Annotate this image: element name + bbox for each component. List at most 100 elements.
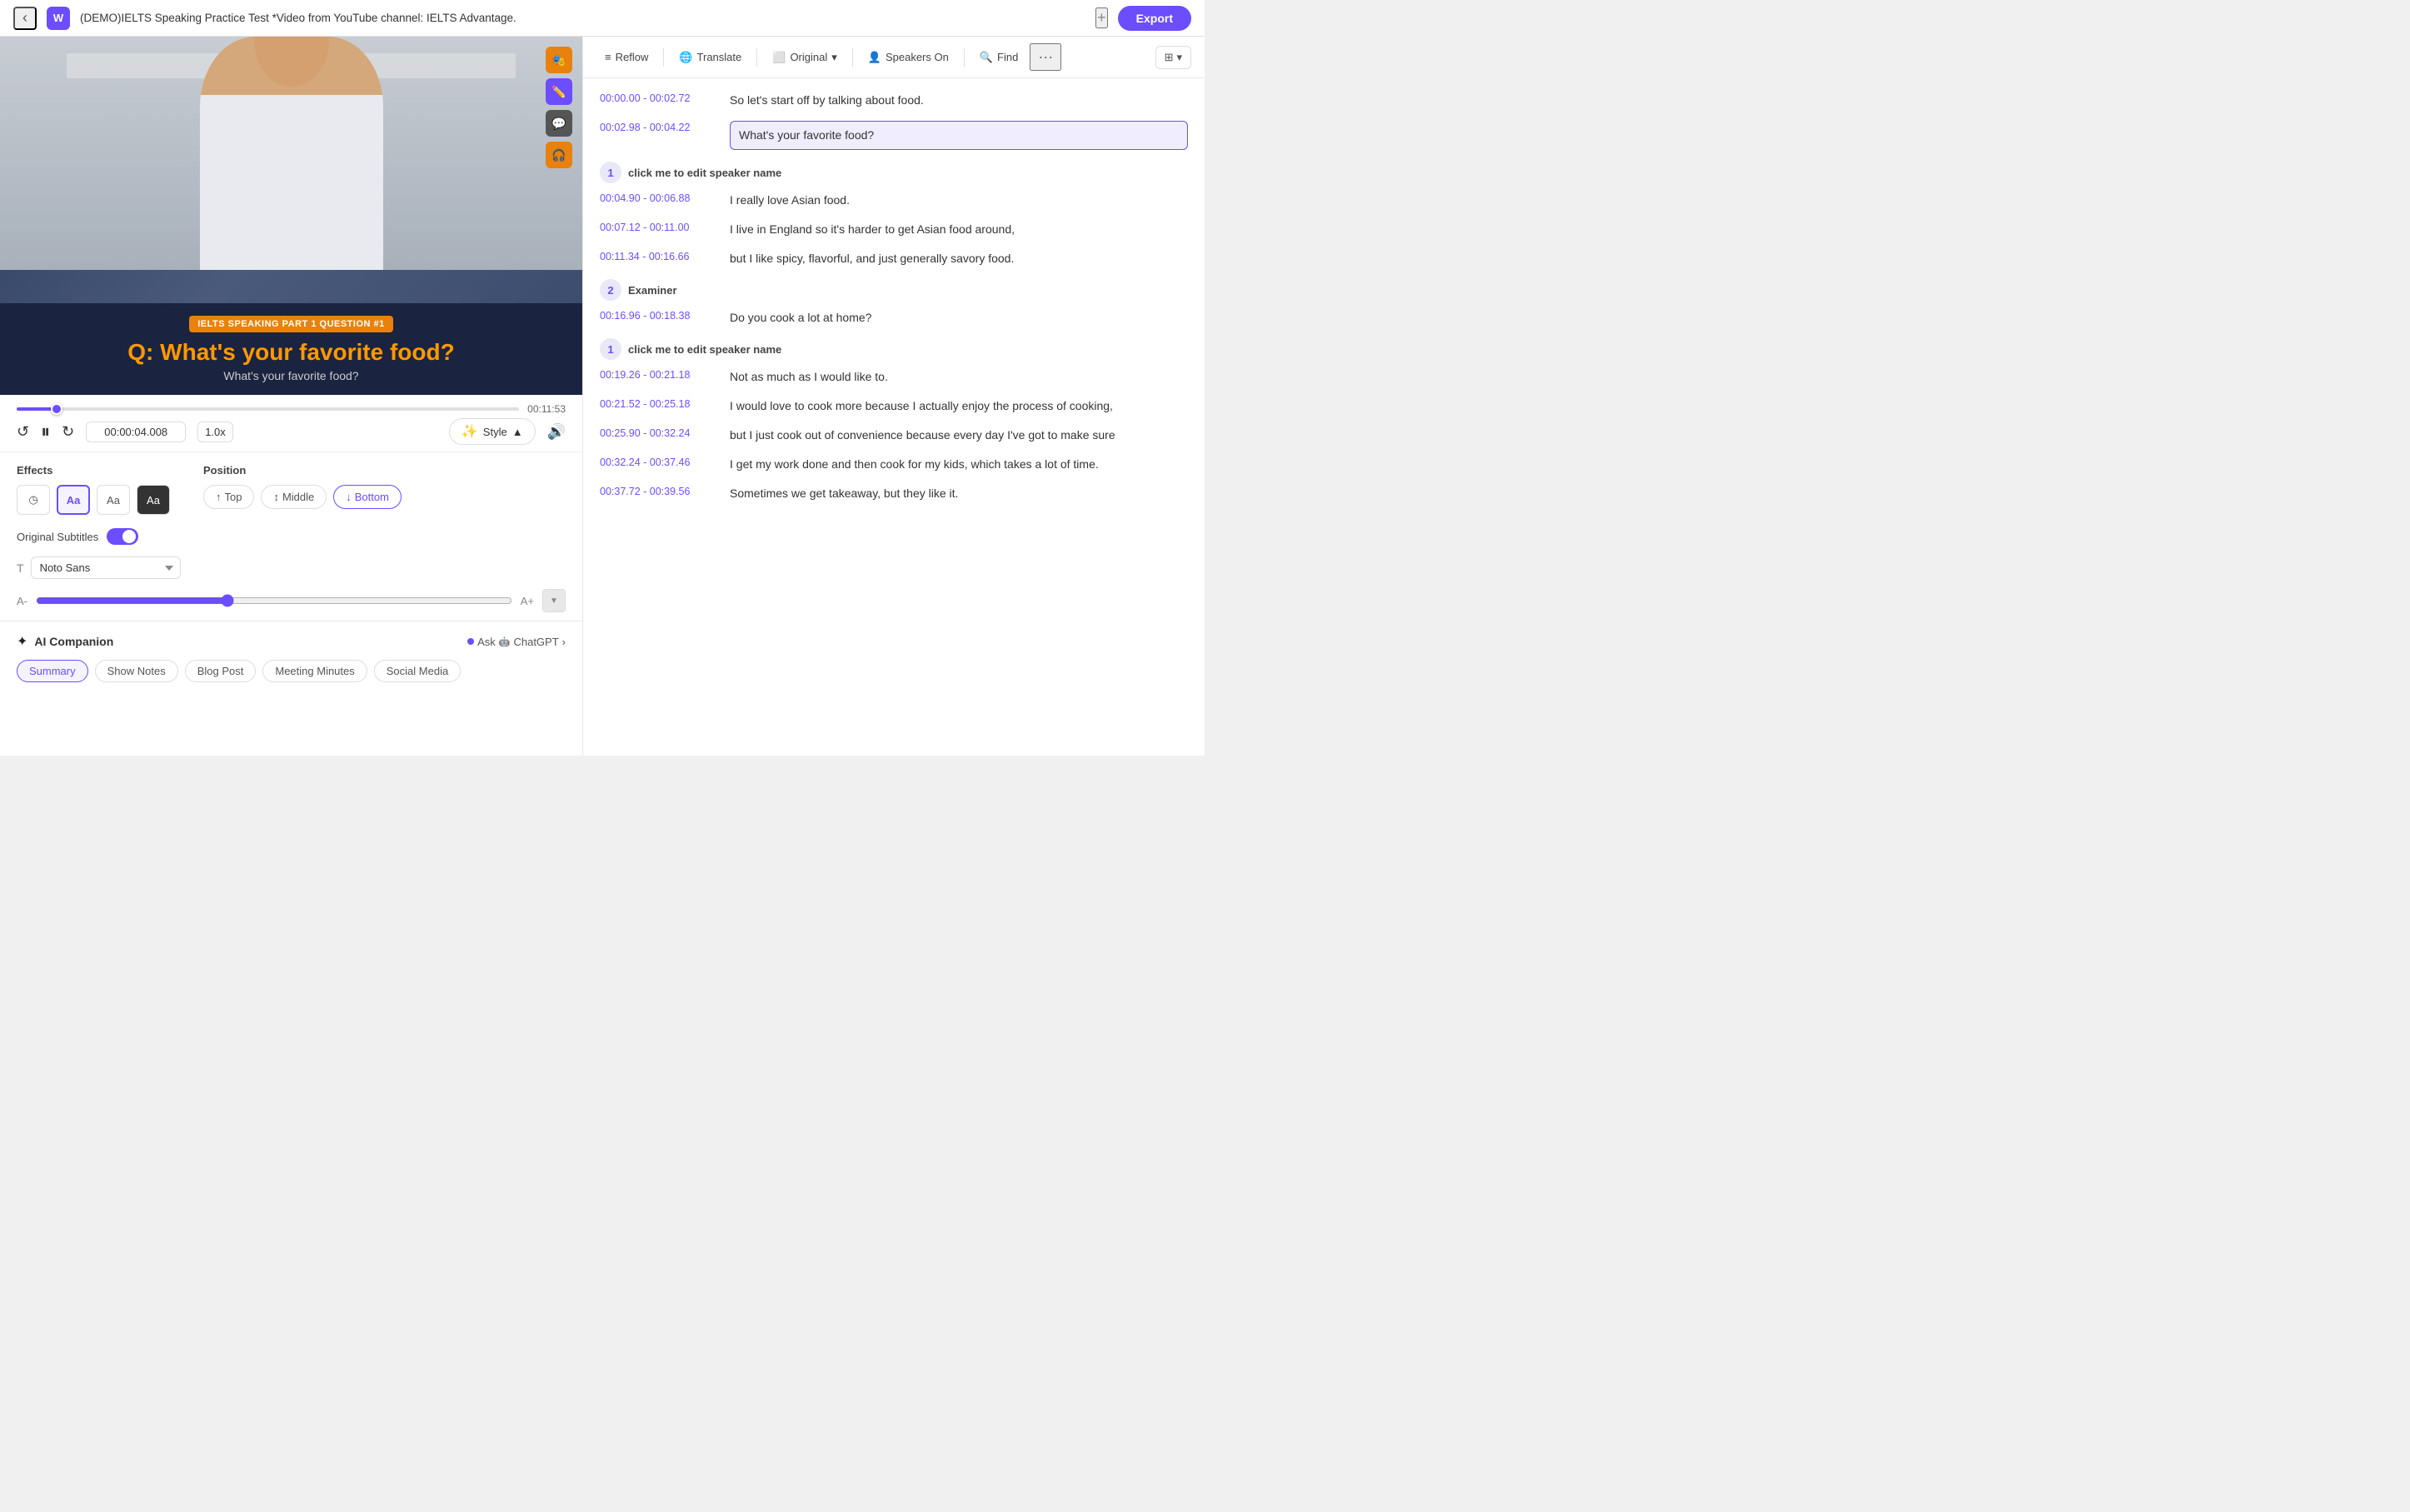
font-select[interactable]: Noto Sans Arial Roboto — [31, 556, 181, 579]
translate-icon: 🌐 — [679, 51, 692, 64]
original-icon: ⬜ — [772, 51, 786, 64]
transcript-text: So let's start off by talking about food… — [730, 92, 1188, 109]
back-button[interactable]: ‹ — [13, 7, 37, 30]
effect-aa-dark-button[interactable]: Aa — [137, 485, 170, 515]
effect-aa-outline-button[interactable]: Aa — [57, 485, 90, 515]
transcript-text-highlighted: What's your favorite food? — [730, 121, 1188, 150]
original-subtitles-row: Original Subtitles — [0, 523, 582, 553]
speaker-1-badge: 1 click me to edit speaker name — [600, 162, 1188, 183]
effects-label: Effects — [17, 464, 170, 477]
pause-button[interactable]: ⏸ — [41, 421, 50, 442]
fontsize-slider[interactable] — [36, 594, 512, 607]
find-button[interactable]: 🔍 Find — [971, 46, 1026, 69]
transcript-text: I live in England so it's harder to get … — [730, 221, 1188, 238]
position-top-button[interactable]: ↑ Top — [203, 485, 254, 509]
transcript-text: Not as much as I would like to. — [730, 368, 1188, 386]
tab-summary[interactable]: Summary — [17, 660, 88, 682]
main-layout: IELTS SPEAKING PART 1 QUESTION #1 Q: Wha… — [0, 37, 1205, 756]
tab-social-media[interactable]: Social Media — [374, 660, 461, 682]
transcript-timestamp[interactable]: 00:11.34 - 00:16.66 — [600, 250, 716, 262]
edit-icon-button[interactable]: ✏️ — [546, 78, 572, 105]
rewind-button[interactable]: ↺ — [17, 423, 29, 441]
speaker-icon: 👤 — [868, 51, 881, 64]
position-middle-button[interactable]: ↕ Middle — [261, 485, 327, 509]
transcript-text: I would love to cook more because I actu… — [730, 397, 1188, 415]
tab-meeting-minutes[interactable]: Meeting Minutes — [262, 660, 367, 682]
transcript-timestamp[interactable]: 00:32.24 - 00:37.46 — [600, 456, 716, 468]
original-subtitles-toggle[interactable] — [107, 528, 138, 545]
transcript-entry: 00:07.12 - 00:11.00 I live in England so… — [600, 221, 1188, 238]
transcript-timestamp[interactable]: 00:16.96 - 00:18.38 — [600, 309, 716, 322]
progress-row: 00:11:53 — [17, 403, 566, 415]
transcript-text: I really love Asian food. — [730, 192, 1188, 209]
effect-clock-button[interactable]: ◷ — [17, 485, 50, 515]
effects-buttons: ◷ Aa Aa Aa — [17, 485, 170, 515]
search-icon: 🔍 — [980, 51, 993, 64]
right-panel: ≡ Reflow 🌐 Translate ⬜ Original ▾ 👤 Spea… — [583, 37, 1205, 756]
transcript-entry: 00:37.72 - 00:39.56 Sometimes we get tak… — [600, 485, 1188, 502]
new-tab-button[interactable]: + — [1095, 7, 1108, 28]
ai-tabs: Summary Show Notes Blog Post Meeting Min… — [17, 660, 566, 682]
speaker-1b-number: 1 — [600, 338, 621, 360]
subtitle-icon-button[interactable]: 💬 — [546, 110, 572, 137]
audio-icon-button[interactable]: 🎧 — [546, 142, 572, 168]
transcript-toolbar: ≡ Reflow 🌐 Translate ⬜ Original ▾ 👤 Spea… — [583, 37, 1205, 78]
font-row: T Noto Sans Arial Roboto — [0, 553, 582, 586]
speaker-1b-name[interactable]: click me to edit speaker name — [628, 343, 781, 356]
left-panel: IELTS SPEAKING PART 1 QUESTION #1 Q: Wha… — [0, 37, 583, 756]
speakers-on-button[interactable]: 👤 Speakers On — [860, 46, 957, 69]
transcript-entry: 00:32.24 - 00:37.46 I get my work done a… — [600, 456, 1188, 473]
ai-companion-header: ✦ AI Companion Ask 🤖 ChatGPT › — [17, 633, 566, 650]
controls-row: ↺ ⏸ ↻ 00:00:04.008 1.0x ✨ Style ▲ 🔊 — [17, 418, 566, 445]
transcript-timestamp[interactable]: 00:00.00 - 00:02.72 — [600, 92, 716, 104]
transcript-entry: 00:21.52 - 00:25.18 I would love to cook… — [600, 397, 1188, 415]
transcript-timestamp[interactable]: 00:07.12 - 00:11.00 — [600, 221, 716, 233]
tab-title: (DEMO)IELTS Speaking Practice Test *Vide… — [80, 12, 1085, 24]
playback-bar: 00:11:53 ↺ ⏸ ↻ 00:00:04.008 1.0x ✨ Style… — [0, 395, 582, 452]
transcript-text: but I just cook out of convenience becau… — [730, 427, 1188, 444]
transcript-text: Sometimes we get takeaway, but they like… — [730, 485, 1188, 502]
caption-icon-button[interactable]: 🎭 — [546, 47, 572, 73]
export-button[interactable]: Export — [1118, 6, 1191, 31]
ai-companion: ✦ AI Companion Ask 🤖 ChatGPT › Summary S… — [0, 621, 582, 692]
layout-button[interactable]: ⊞ ▾ — [1155, 46, 1191, 69]
speed-control[interactable]: 1.0x — [197, 422, 233, 442]
volume-button[interactable]: 🔊 — [547, 423, 566, 441]
video-subtitle: What's your favorite food? — [223, 369, 358, 382]
transcript-timestamp[interactable]: 00:04.90 - 00:06.88 — [600, 192, 716, 204]
transcript-text: Do you cook a lot at home? — [730, 309, 1188, 327]
toolbar-separator-2 — [756, 48, 757, 67]
position-bottom-button[interactable]: ↓ Bottom — [333, 485, 402, 509]
ask-chatgpt-button[interactable]: Ask 🤖 ChatGPT › — [467, 636, 566, 648]
video-placeholder: IELTS SPEAKING PART 1 QUESTION #1 Q: Wha… — [0, 37, 582, 395]
toolbar-separator-3 — [852, 48, 853, 67]
fontsize-row: A- A+ ▼ — [0, 586, 582, 621]
effect-aa-plain-button[interactable]: Aa — [97, 485, 130, 515]
translate-button[interactable]: 🌐 Translate — [671, 46, 750, 69]
transcript-panel: 00:00.00 - 00:02.72 So let's start off b… — [583, 78, 1205, 756]
more-options-button[interactable]: ··· — [1030, 43, 1061, 71]
reflow-icon: ≡ — [605, 51, 611, 63]
effects-section: Effects ◷ Aa Aa Aa — [17, 464, 170, 515]
transcript-timestamp[interactable]: 00:21.52 - 00:25.18 — [600, 397, 716, 410]
speaker-1-name[interactable]: click me to edit speaker name — [628, 167, 781, 179]
tab-show-notes[interactable]: Show Notes — [95, 660, 178, 682]
speaker-2-name[interactable]: Examiner — [628, 284, 677, 297]
progress-track[interactable] — [17, 407, 519, 411]
progress-dot — [51, 403, 62, 415]
position-section: Position ↑ Top ↕ Middle ↓ Bottom — [203, 464, 402, 515]
forward-button[interactable]: ↻ — [62, 423, 74, 441]
position-label: Position — [203, 464, 402, 477]
original-button[interactable]: ⬜ Original ▾ — [764, 46, 846, 69]
transcript-timestamp[interactable]: 00:25.90 - 00:32.24 — [600, 427, 716, 439]
transcript-timestamp[interactable]: 00:37.72 - 00:39.56 — [600, 485, 716, 497]
transcript-timestamp[interactable]: 00:19.26 - 00:21.18 — [600, 368, 716, 381]
video-bottom-bar: IELTS SPEAKING PART 1 QUESTION #1 Q: Wha… — [0, 303, 582, 395]
style-button[interactable]: ✨ Style ▲ — [449, 418, 536, 445]
video-container[interactable]: IELTS SPEAKING PART 1 QUESTION #1 Q: Wha… — [0, 37, 582, 395]
reflow-button[interactable]: ≡ Reflow — [596, 46, 656, 68]
tab-blog-post[interactable]: Blog Post — [185, 660, 257, 682]
transcript-entry: 00:04.90 - 00:06.88 I really love Asian … — [600, 192, 1188, 209]
color-swatch[interactable]: ▼ — [542, 589, 566, 612]
transcript-timestamp-highlighted[interactable]: 00:02.98 - 00:04.22 — [600, 121, 716, 133]
